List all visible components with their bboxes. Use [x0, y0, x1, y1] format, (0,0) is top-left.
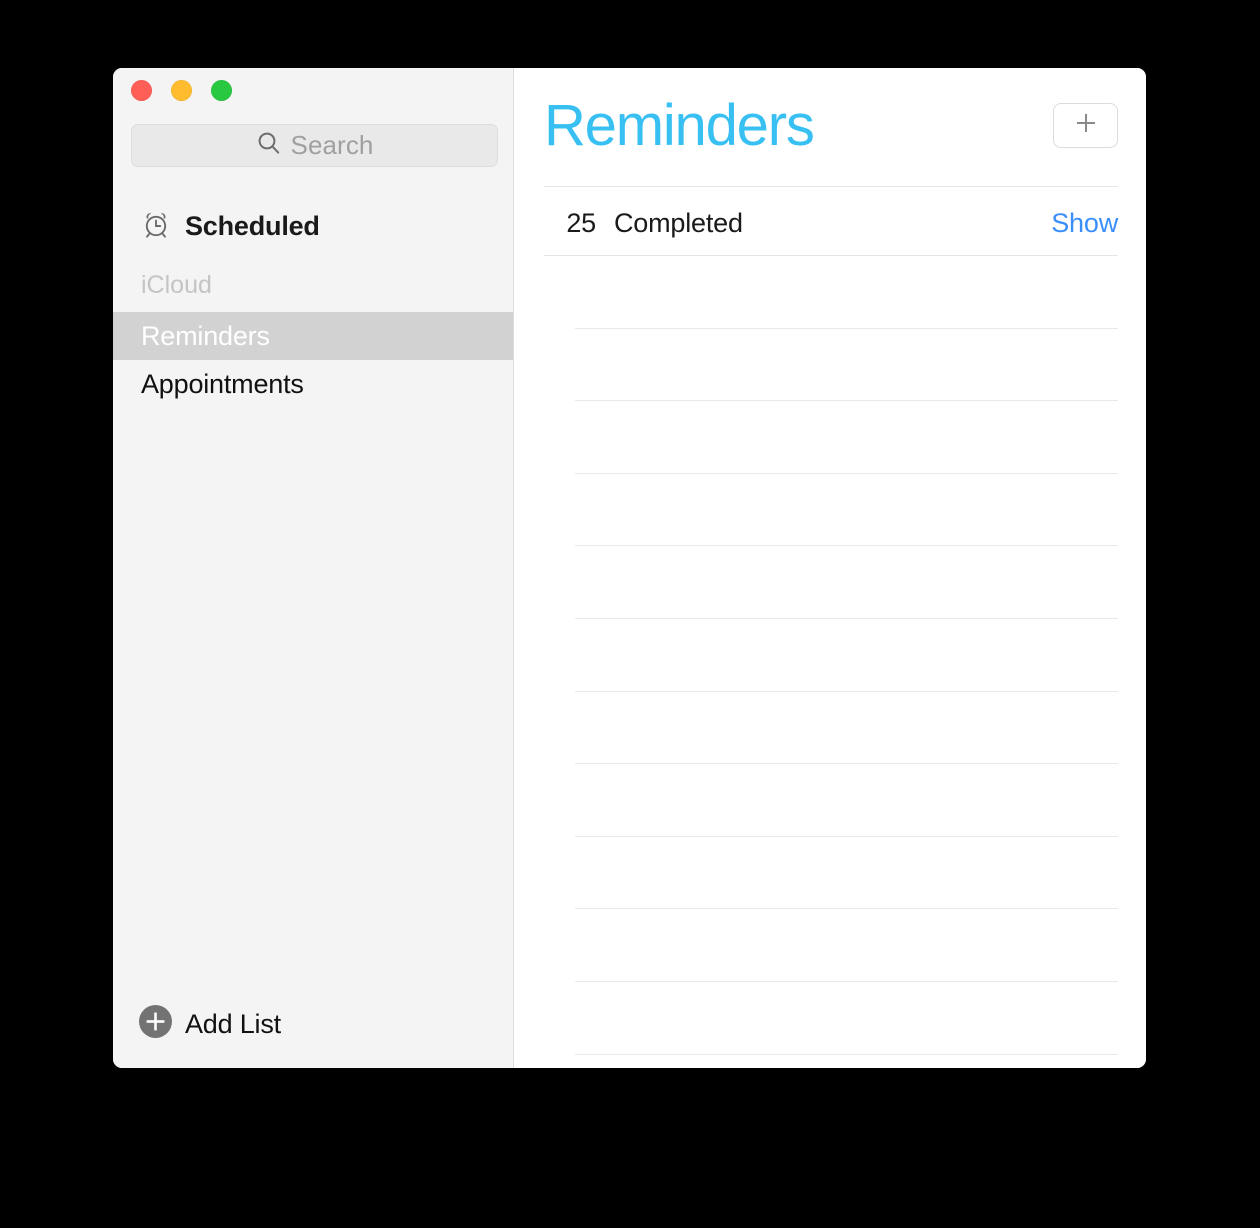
zoom-window-button[interactable]: [211, 80, 232, 101]
reminder-row[interactable]: [575, 256, 1118, 329]
completed-summary-row: 25 Completed Show: [544, 196, 1118, 251]
alarm-clock-icon: [140, 208, 172, 245]
desktop-background: Search Scheduled iCloud Reminders Appoin…: [0, 0, 1260, 1228]
content-header: Reminders: [544, 68, 1118, 183]
reminder-row[interactable]: [575, 692, 1118, 765]
plus-circle-icon: [139, 1005, 172, 1043]
sidebar-item-reminders[interactable]: Reminders: [113, 312, 513, 360]
plus-icon: [1073, 110, 1099, 141]
window-controls: [131, 80, 232, 101]
sidebar-item-label: Scheduled: [185, 210, 320, 241]
sidebar-item-label: Reminders: [141, 320, 270, 351]
search-icon: [256, 130, 282, 161]
add-list-button[interactable]: Add List: [139, 1005, 281, 1043]
reminder-row[interactable]: [575, 837, 1118, 910]
reminder-row[interactable]: [575, 546, 1118, 619]
completed-count: 25: [566, 208, 596, 238]
minimize-window-button[interactable]: [171, 80, 192, 101]
close-window-button[interactable]: [131, 80, 152, 101]
show-completed-link[interactable]: Show: [1051, 208, 1118, 239]
reminder-row[interactable]: [575, 401, 1118, 474]
reminders-content-pane: Reminders 25 Completed Show: [514, 68, 1146, 1068]
completed-label: Completed: [614, 208, 743, 238]
reminder-row[interactable]: [575, 982, 1118, 1055]
page-title: Reminders: [544, 92, 815, 158]
add-reminder-button[interactable]: [1053, 103, 1118, 148]
reminder-row[interactable]: [575, 619, 1118, 692]
search-placeholder-text: Search: [290, 130, 374, 160]
sidebar-item-label: Appointments: [141, 368, 304, 399]
reminder-row[interactable]: [575, 474, 1118, 547]
sidebar-item-appointments[interactable]: Appointments: [113, 360, 513, 408]
reminder-list: [514, 256, 1146, 1068]
sidebar-section-label: iCloud: [141, 270, 212, 299]
reminder-row[interactable]: [575, 764, 1118, 837]
header-divider: [544, 186, 1118, 187]
sidebar-item-scheduled[interactable]: Scheduled: [113, 200, 513, 252]
reminder-row[interactable]: [575, 909, 1118, 982]
reminder-row[interactable]: [575, 329, 1118, 402]
search-input[interactable]: Search: [131, 124, 498, 167]
sidebar-section-header-icloud: iCloud: [113, 265, 513, 305]
reminder-row[interactable]: [575, 1055, 1118, 1068]
add-list-label: Add List: [185, 1008, 281, 1039]
sidebar: Search Scheduled iCloud Reminders Appoin…: [113, 68, 514, 1068]
reminders-window: Search Scheduled iCloud Reminders Appoin…: [113, 68, 1146, 1068]
